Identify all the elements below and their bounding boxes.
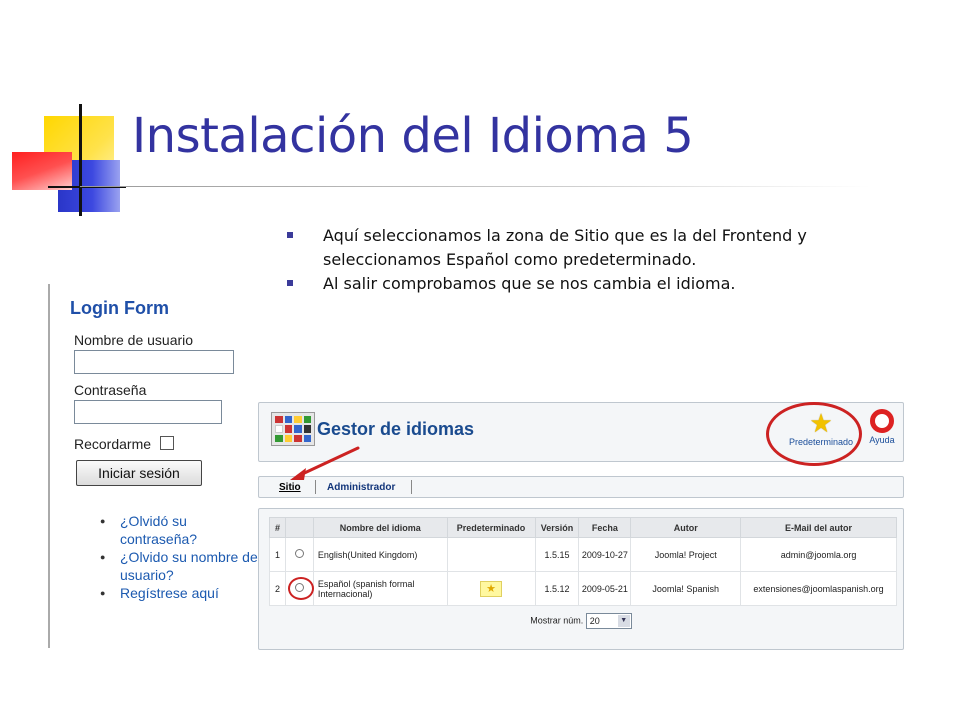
- forgot-password-link[interactable]: ¿Olvidó su contraseña?: [100, 512, 260, 548]
- language-manager-title: Gestor de idiomas: [317, 419, 475, 439]
- language-date: 2009-05-21: [578, 571, 632, 606]
- col-header-number: #: [269, 517, 286, 538]
- col-header-select: [284, 517, 314, 538]
- login-form-panel: Login Form Nombre de usuario Contraseña …: [48, 284, 258, 648]
- login-links: ¿Olvidó su contraseña? ¿Olvido su nombre…: [100, 512, 260, 602]
- col-header-author: Autor: [630, 517, 742, 538]
- language-author: Joomla! Spanish: [630, 571, 742, 606]
- password-label: Contraseña: [74, 382, 147, 398]
- help-button-label: Ayuda: [869, 435, 895, 445]
- username-label: Nombre de usuario: [74, 332, 194, 348]
- login-button[interactable]: Iniciar sesión: [76, 460, 202, 486]
- language-email: admin@joomla.org: [740, 537, 897, 572]
- default-star-icon: ★: [480, 580, 503, 597]
- col-header-email: E-Mail del autor: [740, 517, 897, 538]
- language-name: Español (spanish formal Internacional): [312, 571, 448, 606]
- chevron-down-icon: ▼: [617, 615, 630, 627]
- table-row: 2 Español (spanish formal Internacional)…: [269, 571, 897, 606]
- col-header-version: Versión: [534, 517, 580, 538]
- register-link[interactable]: Regístrese aquí: [100, 584, 260, 602]
- username-field[interactable]: [74, 350, 234, 374]
- radio-highlight: [287, 577, 314, 600]
- tab-separator: [411, 480, 412, 494]
- languages-table: # Nombre del idioma Predeterminado Versi…: [269, 517, 897, 606]
- language-flags-icon: [271, 412, 315, 446]
- bullet-item: Al salir comprobamos que se nos cambia e…: [285, 272, 875, 296]
- languages-table-panel: # Nombre del idioma Predeterminado Versi…: [258, 508, 904, 650]
- show-count-select[interactable]: 20 ▼: [585, 613, 632, 629]
- language-name: English(United Kingdom): [312, 537, 448, 572]
- default-cell: ★: [446, 571, 536, 606]
- row-number: 1: [269, 537, 286, 572]
- help-button[interactable]: Ayuda: [865, 409, 899, 445]
- show-count-label: Mostrar núm.: [530, 615, 584, 626]
- language-author: Joomla! Project: [630, 537, 742, 572]
- row-radio-cell: [284, 537, 314, 572]
- forgot-username-link[interactable]: ¿Olvido su nombre de usuario?: [100, 548, 260, 584]
- remember-checkbox[interactable]: [160, 436, 174, 450]
- language-email: extensiones@joomlaspanish.org: [740, 571, 897, 606]
- table-header-row: # Nombre del idioma Predeterminado Versi…: [269, 517, 897, 538]
- show-count-value: 20: [589, 616, 600, 626]
- password-field[interactable]: [74, 400, 222, 424]
- default-cell: [446, 537, 536, 572]
- slide-title: Instalación del Idioma 5: [132, 108, 694, 164]
- language-version: 1.5.12: [534, 571, 580, 606]
- col-header-date: Fecha: [578, 517, 632, 538]
- language-date: 2009-10-27: [578, 537, 632, 572]
- bullet-list: Aquí seleccionamos la zona de Sitio que …: [285, 224, 875, 296]
- language-radio[interactable]: [294, 549, 304, 558]
- remember-label: Recordarme: [74, 436, 152, 452]
- login-form-title: Login Form: [70, 298, 169, 318]
- lifebuoy-icon: [870, 409, 894, 433]
- title-underline: [80, 186, 870, 187]
- highlight-oval: [766, 402, 862, 466]
- language-radio[interactable]: [294, 583, 304, 592]
- language-version: 1.5.15: [534, 537, 580, 572]
- pagination-row: Mostrar núm. 20 ▼: [259, 613, 903, 629]
- col-header-name: Nombre del idioma: [312, 517, 448, 538]
- decor-vertical-line: [79, 104, 82, 216]
- red-arrow-annotation: [290, 446, 360, 480]
- bullet-item: Aquí seleccionamos la zona de Sitio que …: [285, 224, 875, 272]
- col-header-default: Predeterminado: [446, 517, 536, 538]
- table-row: 1 English(United Kingdom) 1.5.15 2009-10…: [269, 537, 897, 572]
- row-radio-cell: [284, 571, 314, 606]
- row-number: 2: [269, 571, 286, 606]
- decor-red-square: [12, 152, 72, 190]
